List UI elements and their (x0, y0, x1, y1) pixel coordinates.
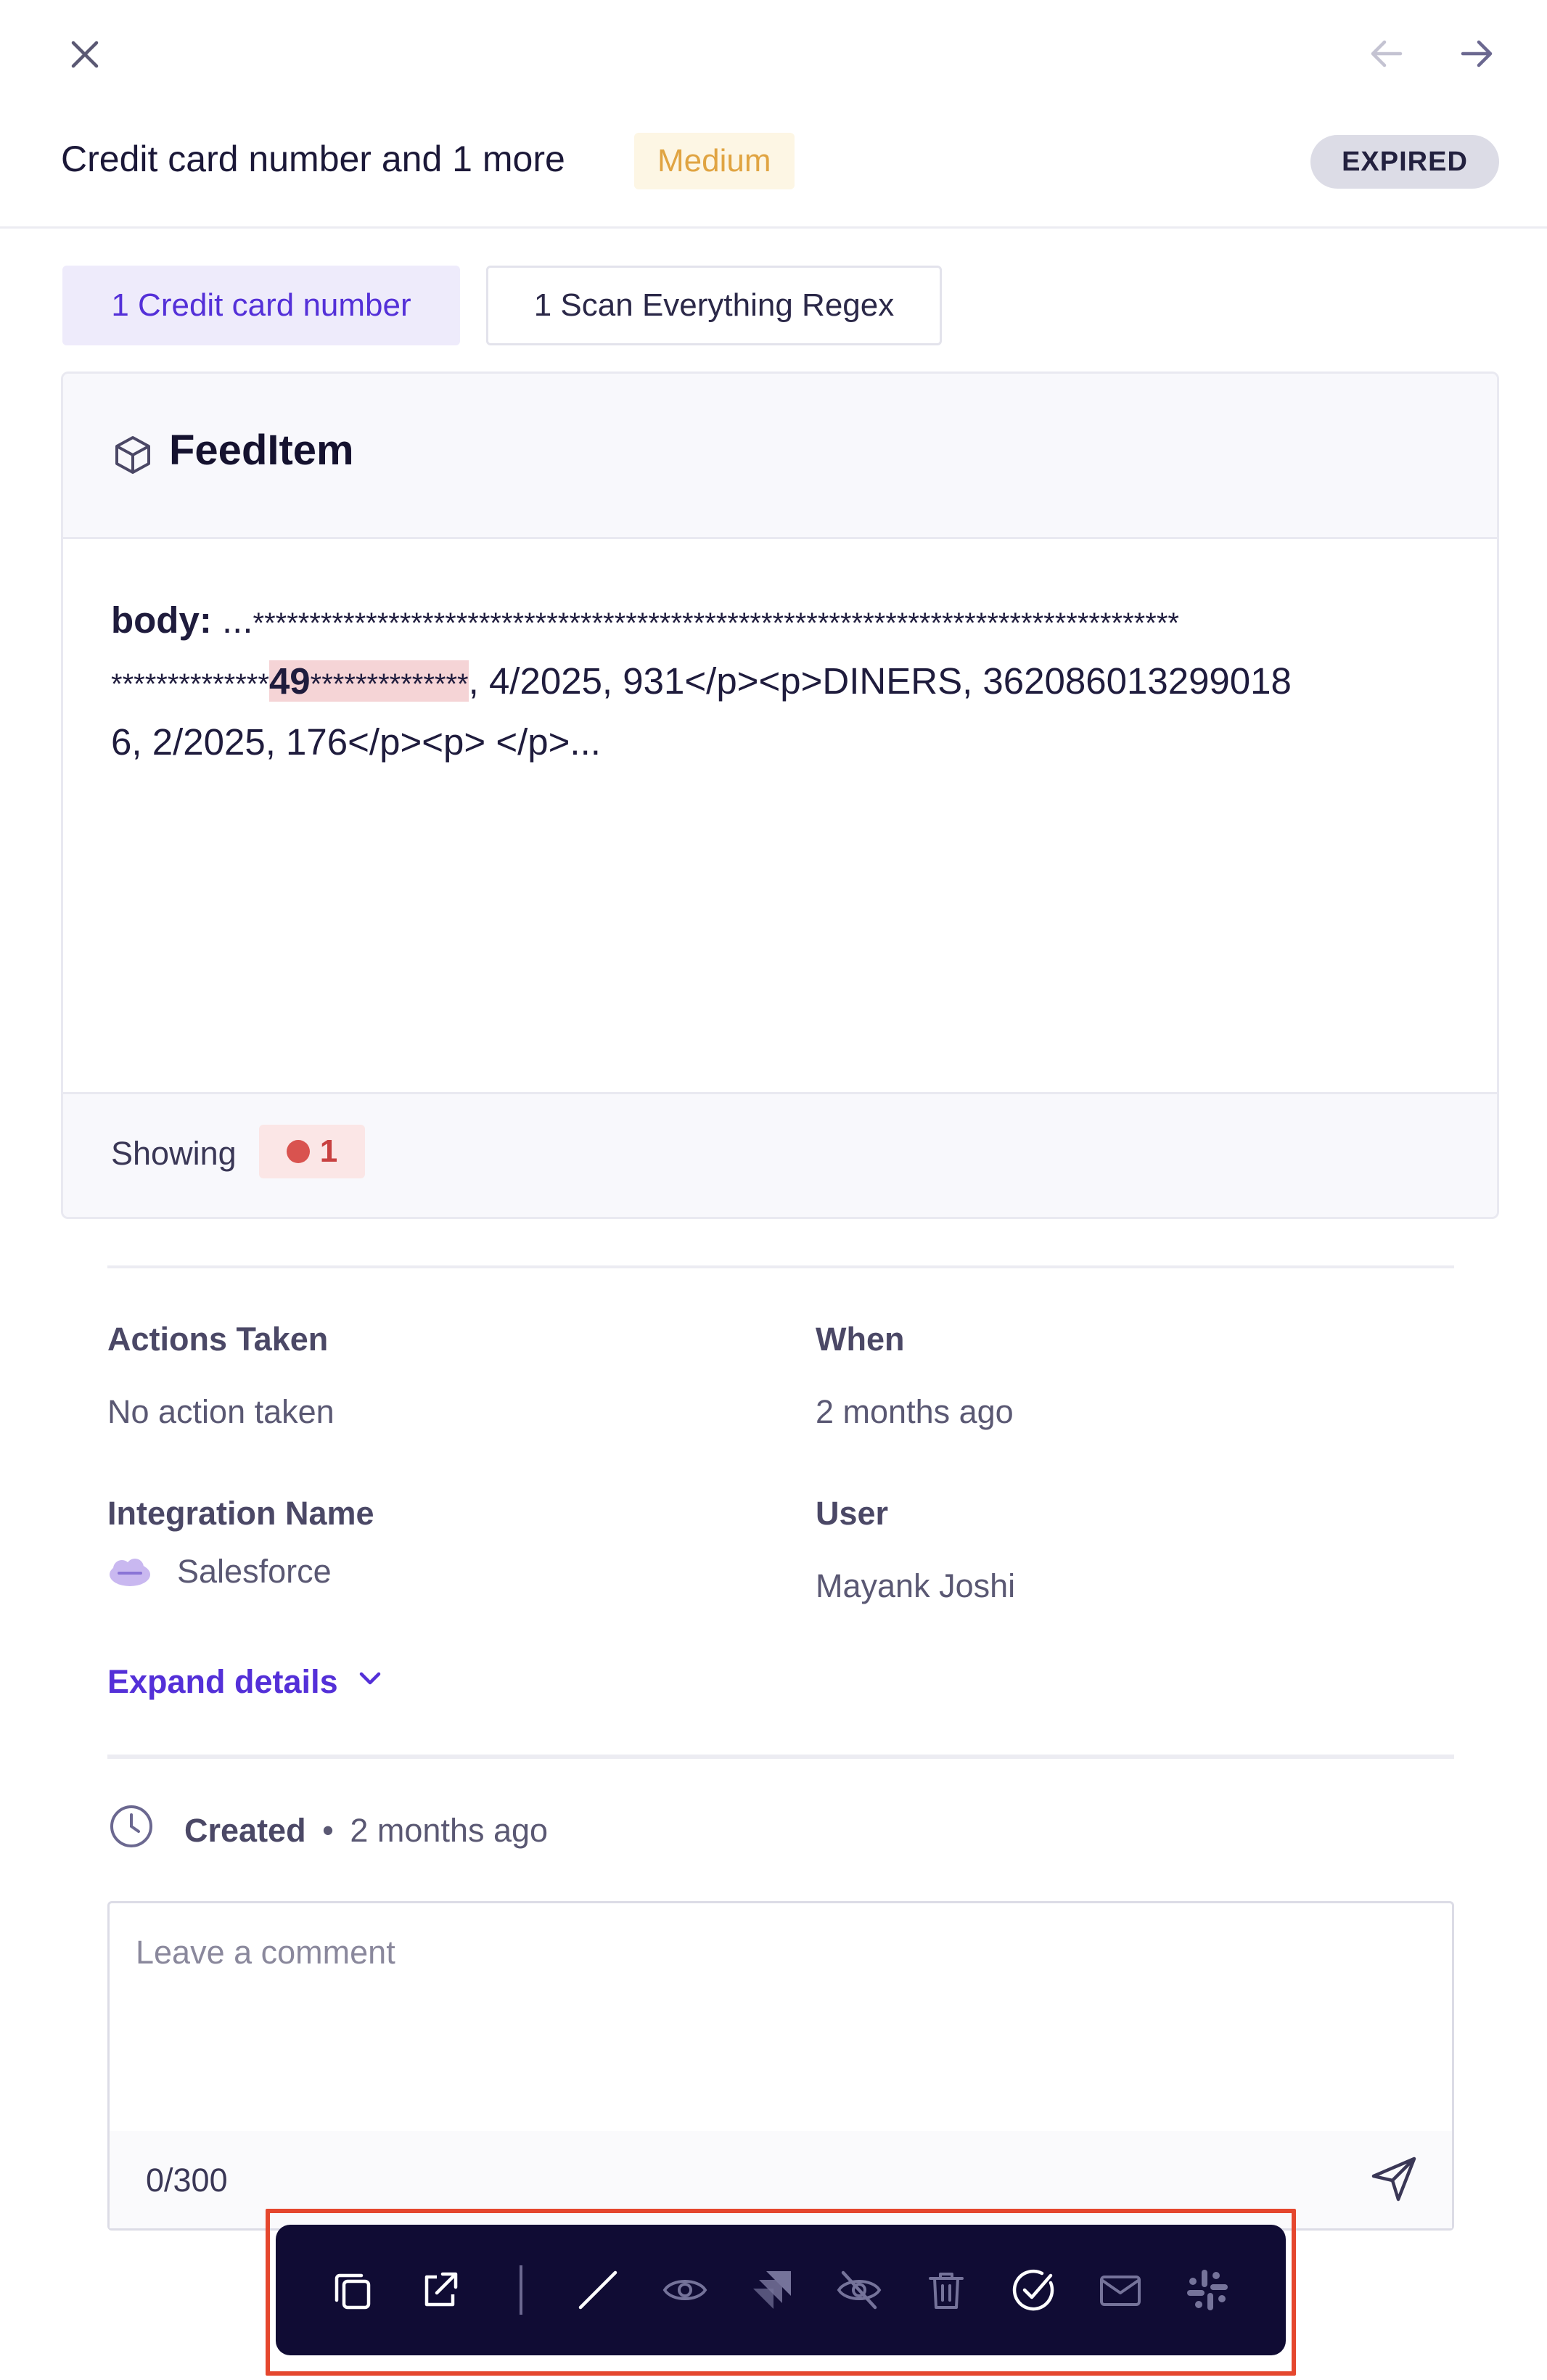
card-header: FeedItem (63, 374, 1497, 539)
section-divider (107, 1265, 1454, 1268)
match-count: 1 (319, 1133, 338, 1169)
character-counter: 0/300 (146, 2162, 228, 2199)
salesforce-logo-icon (107, 1557, 152, 1589)
created-separator: • (322, 1811, 334, 1849)
expand-details-label: Expand details (107, 1663, 338, 1700)
snippet-prefix: ... (211, 599, 253, 641)
field-name: body: (111, 599, 212, 641)
masked-text: ****************************************… (253, 607, 1179, 639)
close-icon[interactable] (60, 29, 110, 80)
comment-input[interactable] (134, 1932, 1429, 2080)
next-arrow-icon[interactable] (1450, 26, 1505, 81)
masked-text: ************** (111, 668, 269, 700)
tab-scan-everything-regex[interactable]: 1 Scan Everything Regex (486, 266, 942, 345)
previous-arrow-icon[interactable] (1358, 26, 1413, 81)
matched-value: 49************** (268, 660, 469, 702)
send-icon[interactable] (1365, 2150, 1423, 2208)
status-dot-icon (286, 1140, 310, 1163)
actions-taken-value: No action taken (107, 1393, 335, 1430)
match-count-badge[interactable]: 1 (259, 1125, 365, 1178)
severity-badge: Medium (634, 133, 795, 189)
when-label: When (816, 1321, 905, 1358)
section-divider (107, 1755, 1454, 1759)
comment-box: 0/300 (107, 1901, 1454, 2231)
integration-name-label: Integration Name (107, 1495, 374, 1532)
created-label: Created (184, 1811, 306, 1849)
status-badge: EXPIRED (1310, 135, 1499, 189)
snippet-text: , 4/2025, 931</p><p>DINERS, 362086013299… (468, 660, 1292, 702)
created-time: 2 months ago (350, 1811, 549, 1849)
cube-icon (111, 433, 155, 477)
snippet-text: 6, 2/2025, 176</p><p> </p>... (111, 721, 601, 763)
page-title: Credit card number and 1 more (61, 139, 565, 179)
highlight-frame (266, 2209, 1296, 2376)
actions-taken-label: Actions Taken (107, 1321, 329, 1358)
activity-created: Created • 2 months ago (107, 1802, 548, 1858)
user-value: Mayank Joshi (816, 1567, 1016, 1604)
chevron-down-icon (356, 1663, 385, 1701)
match-snippet: body: ...*******************************… (111, 591, 1461, 771)
expand-details-button[interactable]: Expand details (107, 1663, 385, 1701)
clock-icon (107, 1802, 155, 1858)
showing-label: Showing (111, 1135, 237, 1172)
tab-credit-card-number[interactable]: 1 Credit card number (62, 266, 460, 345)
finding-card: FeedItem body: ...**********************… (61, 372, 1499, 1219)
when-value: 2 months ago (816, 1393, 1014, 1430)
card-footer: Showing 1 (63, 1092, 1497, 1217)
card-title: FeedItem (169, 427, 354, 474)
integration-name-value: Salesforce (177, 1553, 332, 1590)
header-divider (0, 226, 1547, 229)
user-label: User (816, 1495, 889, 1532)
